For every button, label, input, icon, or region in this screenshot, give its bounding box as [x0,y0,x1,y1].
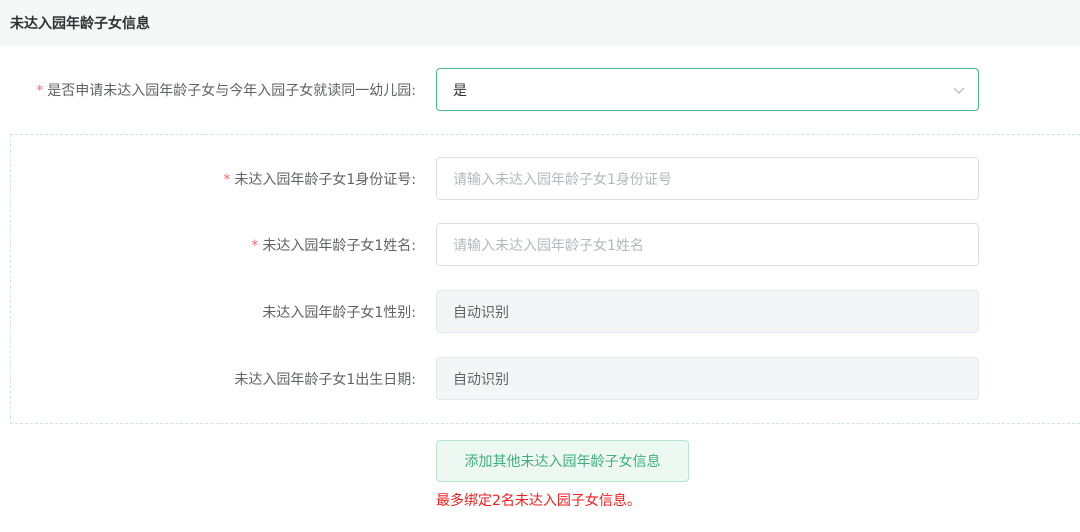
required-mark: * [251,238,259,254]
required-mark: * [36,83,44,99]
same-kindergarten-value: 是 [453,82,467,99]
chevron-down-icon [953,87,965,94]
add-child-button[interactable]: 添加其他未达入园年龄子女信息 [436,440,689,482]
limit-note: 最多绑定2名未达入园子女信息。 [436,493,641,509]
same-kindergarten-row: * 是否申请未达入园年龄子女与今年入园子女就读同一幼儿园: 是 [0,68,1080,112]
child1-id-placeholder: 请输入未达入园年龄子女1身份证号 [453,171,672,188]
child1-gender-field: 自动识别 [436,290,979,333]
required-mark: * [223,172,231,188]
child1-id-label-text: 未达入园年龄子女1身份证号: [234,172,416,188]
section-title: 未达入园年龄子女信息 [10,16,150,32]
child1-gender-value: 自动识别 [453,304,509,321]
child1-name-label-text: 未达入园年龄子女1姓名: [262,238,416,254]
child1-id-input[interactable]: 请输入未达入园年龄子女1身份证号 [436,157,979,200]
child1-birth-row: 未达入园年龄子女1出生日期: 自动识别 [0,357,1080,401]
child1-birth-field: 自动识别 [436,357,979,400]
same-kindergarten-label-text: 是否申请未达入园年龄子女与今年入园子女就读同一幼儿园: [47,83,416,99]
same-kindergarten-select[interactable]: 是 [436,68,979,111]
child1-id-label: * 未达入园年龄子女1身份证号: [223,169,416,189]
child1-name-input[interactable]: 请输入未达入园年龄子女1姓名 [436,223,979,266]
child1-birth-label: 未达入园年龄子女1出生日期: [234,372,416,388]
section-header: 未达入园年龄子女信息 [0,0,1080,46]
child1-birth-value: 自动识别 [453,371,509,388]
child1-name-label: * 未达入园年龄子女1姓名: [251,235,416,255]
child1-id-row: * 未达入园年龄子女1身份证号: 请输入未达入园年龄子女1身份证号 [0,157,1080,201]
child1-name-row: * 未达入园年龄子女1姓名: 请输入未达入园年龄子女1姓名 [0,223,1080,267]
same-kindergarten-label: * 是否申请未达入园年龄子女与今年入园子女就读同一幼儿园: [36,80,416,100]
child1-name-placeholder: 请输入未达入园年龄子女1姓名 [453,237,644,254]
child1-gender-label: 未达入园年龄子女1性别: [262,305,416,321]
child1-gender-row: 未达入园年龄子女1性别: 自动识别 [0,290,1080,334]
